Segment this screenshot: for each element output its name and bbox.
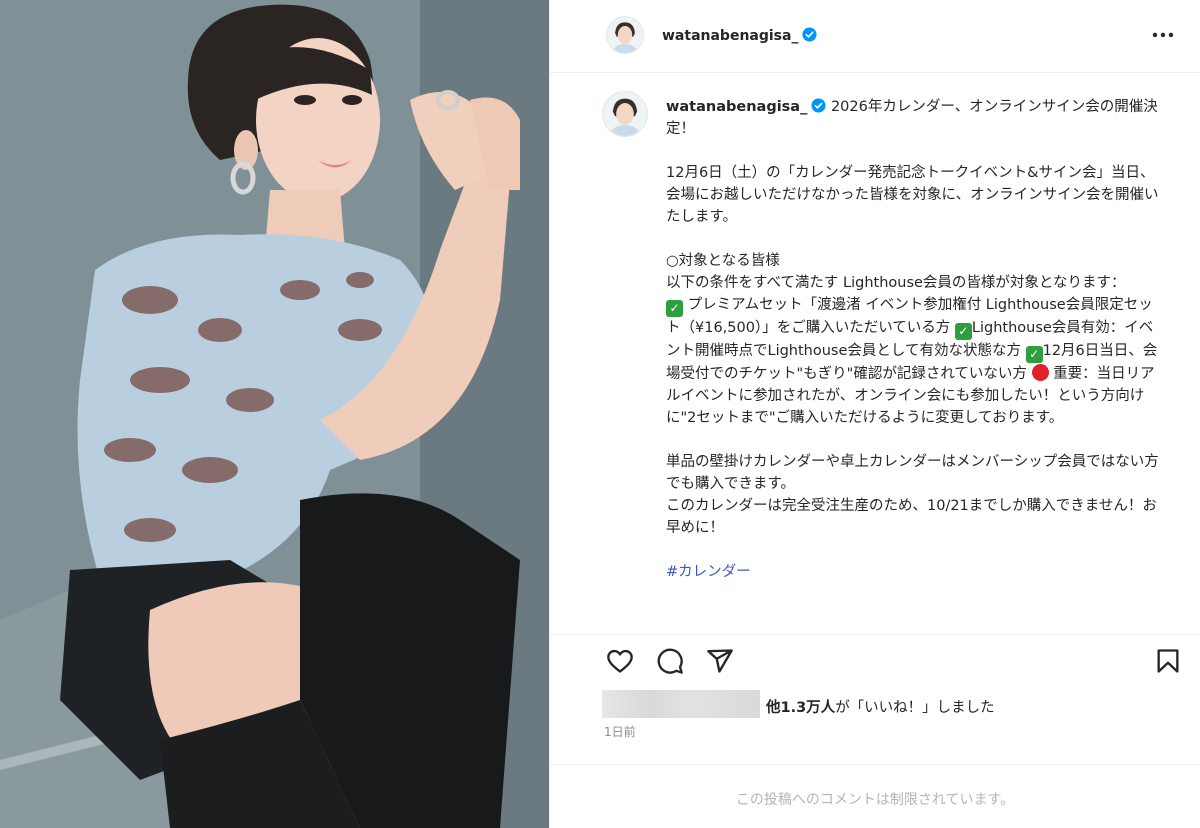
caption-target-heading: ○対象となる皆様 xyxy=(666,253,780,269)
comments-restricted-bar: この投稿へのコメントは制限されています。 xyxy=(550,764,1200,828)
likes-count: 他1.3万人 xyxy=(766,700,836,716)
verified-badge-icon xyxy=(802,27,817,42)
caption-target-intro: 以下の条件をすべて満たす Lighthouse会員の皆様が対象となります： xyxy=(666,275,1126,291)
caption-username[interactable]: watanabenagisa_ xyxy=(666,99,807,115)
bookmark-icon xyxy=(1157,649,1179,673)
post-caption: watanabenagisa_ 2026年カレンダー、オンラインサイン会の開催決… xyxy=(666,96,1166,583)
likes-summary[interactable]: 他1.3万人が「いいね！」しました xyxy=(766,696,995,717)
check-mark-icon: ✓ xyxy=(1025,346,1043,363)
post-detail-panel: watanabenagisa_ watanabenagisa_ 2026年カレン… xyxy=(550,0,1200,828)
photo-illustration xyxy=(0,0,549,828)
heart-icon xyxy=(607,649,633,673)
post-timestamp[interactable]: 1日前 xyxy=(604,723,636,740)
caption-avatar[interactable] xyxy=(602,91,648,137)
caption-paragraph-1: 12月6日（土）の「カレンダー発売記念トークイベント&サイン会」当日、会場にお越… xyxy=(666,165,1159,225)
paper-plane-icon xyxy=(707,649,733,673)
caption-paragraph-3b: このカレンダーは完全受注生産のため、10/21までしか購入できません！お早めに！ xyxy=(666,498,1157,536)
check-mark-icon: ✓ xyxy=(954,323,972,340)
author-avatar[interactable] xyxy=(606,16,644,54)
post-header: watanabenagisa_ xyxy=(550,0,1200,73)
action-bar xyxy=(550,634,1200,686)
caption-paragraph-3a: 単品の壁掛けカレンダーや卓上カレンダーはメンバーシップ会員ではない方でも購入でき… xyxy=(666,454,1159,492)
avatar-image xyxy=(607,17,643,53)
more-options-icon[interactable] xyxy=(1150,25,1176,45)
red-circle-icon xyxy=(1031,364,1049,381)
verified-badge-icon xyxy=(811,98,826,113)
share-button[interactable] xyxy=(706,647,734,675)
post-photo[interactable] xyxy=(0,0,549,828)
like-button[interactable] xyxy=(606,647,634,675)
blurred-liker-names xyxy=(602,690,760,718)
likes-suffix: が「いいね！」しました xyxy=(835,700,995,716)
avatar-image xyxy=(603,92,647,136)
comment-button[interactable] xyxy=(656,647,684,675)
save-button[interactable] xyxy=(1154,647,1182,675)
hashtag-link[interactable]: #カレンダー xyxy=(666,564,751,580)
author-username-link[interactable]: watanabenagisa_ xyxy=(662,27,817,44)
comment-icon xyxy=(657,648,683,674)
check-mark-icon: ✓ xyxy=(666,300,683,317)
author-username: watanabenagisa_ xyxy=(662,28,799,44)
likes-row: 他1.3万人が「いいね！」しました xyxy=(602,690,1162,720)
comments-restricted-text: この投稿へのコメントは制限されています。 xyxy=(735,792,1015,808)
caption-section: watanabenagisa_ 2026年カレンダー、オンラインサイン会の開催決… xyxy=(550,74,1200,634)
